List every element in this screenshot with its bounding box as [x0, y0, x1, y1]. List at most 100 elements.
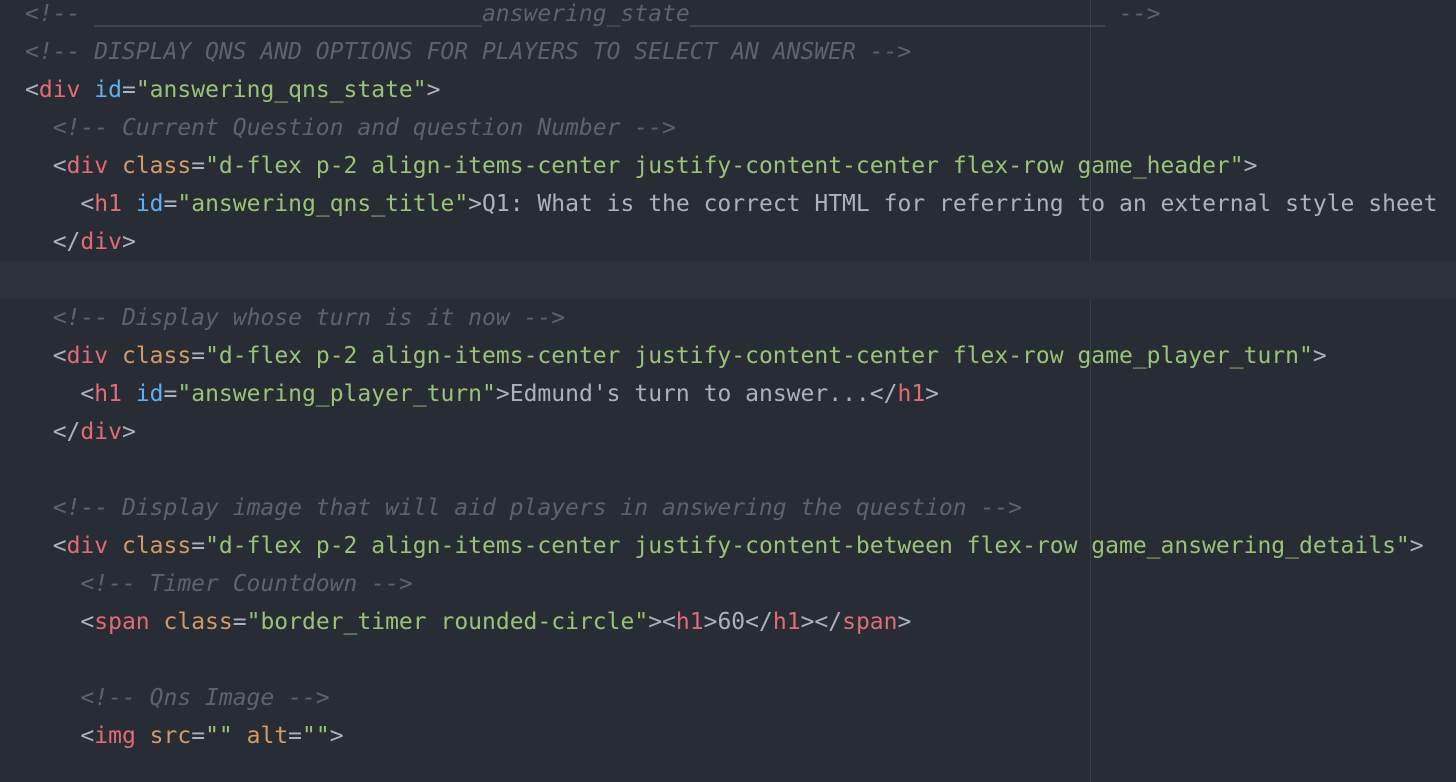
- token-punct: </: [745, 609, 773, 635]
- token-punct: >: [925, 381, 940, 407]
- token-attr: class: [121, 153, 192, 179]
- code-line[interactable]: <img src="" alt="">: [25, 717, 1456, 755]
- token-attr: class: [121, 343, 192, 369]
- code-lines[interactable]: <!-- ____________________________answeri…: [0, 0, 1456, 755]
- token-punct: ><: [648, 609, 676, 635]
- token-punct: =: [163, 191, 178, 217]
- token-punct: [136, 723, 150, 749]
- token-punct: >: [1243, 153, 1258, 179]
- token-punct: </: [52, 419, 81, 445]
- token-tag: div: [38, 77, 81, 103]
- token-str: "border_timer rounded-circle": [246, 609, 649, 635]
- token-punct: >: [1312, 343, 1327, 369]
- token-punct: =: [191, 153, 206, 179]
- token-tag: h1: [94, 381, 122, 407]
- code-line[interactable]: <!-- Current Question and question Numbe…: [25, 109, 1456, 147]
- token-tag: h1: [772, 609, 801, 635]
- token-punct: [150, 609, 164, 635]
- token-punct: =: [121, 77, 136, 103]
- code-line[interactable]: </div>: [25, 223, 1456, 261]
- token-comment: <!-- Display whose turn is it now -->: [52, 305, 566, 331]
- token-punct: [108, 533, 122, 559]
- token-tag: div: [66, 153, 109, 179]
- code-line[interactable]: <div class="d-flex p-2 align-items-cente…: [25, 337, 1456, 375]
- code-line[interactable]: <!-- Display image that will aid players…: [25, 489, 1456, 527]
- code-line[interactable]: <!-- Display whose turn is it now -->: [25, 299, 1456, 337]
- token-id: id: [135, 191, 164, 217]
- code-line[interactable]: <h1 id="answering_player_turn">Edmund's …: [25, 375, 1456, 413]
- token-id: id: [135, 381, 164, 407]
- token-punct: [108, 153, 122, 179]
- token-punct: <: [80, 381, 95, 407]
- token-id: id: [94, 77, 122, 103]
- code-line[interactable]: <!-- Timer Countdown -->: [25, 565, 1456, 603]
- token-attr: src: [149, 723, 192, 749]
- code-editor[interactable]: <!-- ____________________________answeri…: [0, 0, 1456, 782]
- code-line[interactable]: [25, 451, 1456, 489]
- token-text: Q1: What is the correct HTML for referri…: [482, 191, 1438, 217]
- code-line[interactable]: <div class="d-flex p-2 align-items-cente…: [25, 527, 1456, 565]
- code-line[interactable]: <div class="d-flex p-2 align-items-cente…: [25, 147, 1456, 185]
- token-punct: >: [329, 723, 344, 749]
- token-punct: >: [1409, 533, 1424, 559]
- token-str: "": [302, 723, 330, 749]
- token-punct: [122, 381, 136, 407]
- token-comment: <!-- DISPLAY QNS AND OPTIONS FOR PLAYERS…: [25, 39, 912, 65]
- token-punct: =: [288, 723, 303, 749]
- token-punct: =: [232, 609, 247, 635]
- token-tag: img: [94, 723, 136, 749]
- code-line[interactable]: </div>: [25, 413, 1456, 451]
- token-punct: >: [121, 229, 136, 255]
- token-punct: [233, 723, 247, 749]
- token-punct: [122, 191, 136, 217]
- token-punct: <: [25, 77, 39, 103]
- code-line[interactable]: <!-- Qns Image -->: [25, 679, 1456, 717]
- token-attr: class: [121, 533, 192, 559]
- token-tag: h1: [675, 609, 704, 635]
- token-punct: <: [80, 609, 95, 635]
- token-comment: <!-- Display image that will aid players…: [52, 495, 1023, 521]
- code-line[interactable]: <!-- DISPLAY QNS AND OPTIONS FOR PLAYERS…: [25, 33, 1456, 71]
- code-line[interactable]: [0, 261, 1456, 299]
- token-punct: <: [52, 153, 67, 179]
- token-str: "answering_qns_title": [177, 191, 469, 217]
- token-comment: <!-- ____________________________answeri…: [25, 1, 1161, 27]
- token-punct: >: [426, 77, 441, 103]
- token-punct: </: [52, 229, 81, 255]
- code-line[interactable]: <span class="border_timer rounded-circle…: [25, 603, 1456, 641]
- token-str: "d-flex p-2 align-items-center justify-c…: [205, 343, 1313, 369]
- token-tag: span: [94, 609, 150, 635]
- token-text: 60: [717, 609, 746, 635]
- token-tag: div: [66, 533, 109, 559]
- token-tag: div: [80, 419, 122, 445]
- token-punct: <: [52, 343, 67, 369]
- token-punct: <: [80, 723, 95, 749]
- token-str: "answering_qns_state": [135, 77, 427, 103]
- token-punct: =: [163, 381, 178, 407]
- code-line[interactable]: <!-- ____________________________answeri…: [25, 0, 1456, 33]
- code-line[interactable]: [25, 641, 1456, 679]
- token-punct: >: [468, 191, 483, 217]
- token-punct: >: [897, 609, 912, 635]
- token-punct: <: [52, 533, 67, 559]
- token-tag: h1: [897, 381, 926, 407]
- token-attr: class: [163, 609, 233, 635]
- token-punct: >: [495, 381, 510, 407]
- token-punct: =: [191, 343, 206, 369]
- token-comment: <!-- Timer Countdown -->: [80, 571, 413, 597]
- code-line[interactable]: <div id="answering_qns_state">: [25, 71, 1456, 109]
- token-punct: ></: [800, 609, 843, 635]
- token-punct: =: [191, 533, 206, 559]
- token-tag: div: [66, 343, 109, 369]
- code-line[interactable]: <h1 id="answering_qns_title">Q1: What is…: [25, 185, 1456, 223]
